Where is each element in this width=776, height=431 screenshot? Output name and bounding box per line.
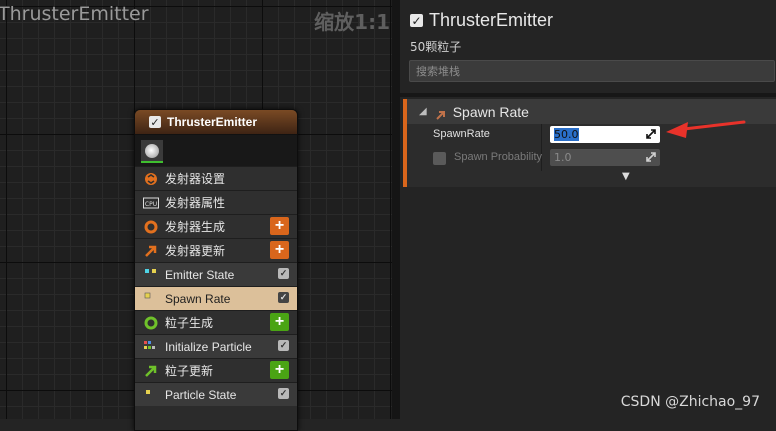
update-arrow-icon (435, 106, 447, 120)
expand-advanced-icon[interactable]: ▼ (622, 171, 630, 182)
update-arrow-icon (143, 243, 159, 259)
add-emitter-update-module-button[interactable]: + (270, 241, 289, 259)
particle-count: 50颗粒子 (410, 40, 462, 54)
svg-text:CPU: CPU (145, 201, 157, 208)
spawn-probability-checkbox[interactable] (433, 152, 446, 165)
node-row-emitter-properties[interactable]: CPU 发射器属性 (135, 190, 297, 214)
collapse-triangle-icon[interactable]: ◢ (419, 106, 427, 117)
details-panel: ✓ ThrusterEmitter 50颗粒子 搜索堆栈 ◢ Spawn Rat… (400, 0, 776, 419)
panel-splitter[interactable] (392, 0, 400, 419)
node-thumbnail-row (135, 135, 297, 166)
node-row-particle-update[interactable]: 粒子更新 + (135, 358, 297, 382)
node-row-spawn-rate[interactable]: Spawn Rate ✓ (135, 286, 297, 310)
graph-canvas[interactable]: ThrusterEmitter 缩放1:1 ✓ ThrusterEmitter … (0, 0, 392, 431)
node-row-emitter-state[interactable]: Emitter State ✓ (135, 262, 297, 286)
graph-title: ThrusterEmitter (0, 3, 149, 25)
emitter-thumbnail[interactable] (141, 140, 163, 163)
stack-search-input[interactable]: 搜索堆栈 (409, 60, 775, 82)
details-enable-checkbox[interactable]: ✓ (410, 14, 423, 27)
spawn-rate-input[interactable]: 50.0 (550, 126, 660, 143)
module-enable-checkbox[interactable]: ✓ (278, 268, 289, 279)
module-color-icon (143, 267, 159, 283)
node-row-emitter-update[interactable]: 发射器更新 + (135, 238, 297, 262)
annotation-arrow-icon (666, 120, 746, 138)
drag-handle-icon[interactable] (646, 152, 656, 162)
zoom-level: 缩放1:1 (314, 10, 390, 34)
module-color-icon (143, 387, 159, 403)
spawn-rate-value: 50.0 (554, 128, 579, 141)
spawn-probability-input[interactable]: 1.0 (550, 149, 660, 166)
node-row-label: 发射器设置 (165, 172, 226, 186)
node-header[interactable]: ✓ ThrusterEmitter (135, 110, 297, 135)
details-title: ThrusterEmitter (429, 10, 554, 30)
module-enable-checkbox[interactable]: ✓ (278, 340, 289, 351)
node-title: ThrusterEmitter (167, 115, 258, 129)
property-spawn-probability: Spawn Probability 1.0 (415, 147, 776, 169)
divider (400, 93, 776, 97)
node-row-label: 发射器属性 (165, 196, 226, 210)
watermark: CSDN @Zhichao_97 (620, 394, 760, 410)
node-row-emitter-settings[interactable]: 发射器设置 (135, 166, 297, 190)
spawn-probability-value: 1.0 (554, 151, 572, 164)
node-row-emitter-spawn[interactable]: 发射器生成 + (135, 214, 297, 238)
module-enable-checkbox[interactable]: ✓ (278, 292, 289, 303)
drag-handle-icon[interactable] (646, 129, 656, 139)
spawn-rate-section: ◢ Spawn Rate SpawnRate 50.0 Spawn Probab… (403, 99, 776, 187)
property-label: SpawnRate (433, 128, 490, 140)
spawn-ring-icon (143, 219, 159, 235)
cpu-icon: CPU (143, 195, 159, 211)
node-row-initialize-particle[interactable]: Initialize Particle ✓ (135, 334, 297, 358)
node-row-particle-spawn[interactable]: 粒子生成 + (135, 310, 297, 334)
add-emitter-spawn-module-button[interactable]: + (270, 217, 289, 235)
add-particle-update-module-button[interactable]: + (270, 361, 289, 379)
add-particle-spawn-module-button[interactable]: + (270, 313, 289, 331)
module-enable-checkbox[interactable]: ✓ (278, 388, 289, 399)
details-title-row: ✓ ThrusterEmitter (410, 10, 553, 31)
node-row-particle-state[interactable]: Particle State ✓ (135, 382, 297, 406)
module-color-icon (143, 291, 159, 307)
node-enable-checkbox[interactable]: ✓ (149, 116, 161, 128)
emitter-node[interactable]: ✓ ThrusterEmitter 发射器设置 CPU 发射器属性 发射器生成 (134, 109, 298, 431)
particle-spawn-icon (143, 315, 159, 331)
particle-update-icon (143, 363, 159, 379)
section-title: Spawn Rate (452, 103, 529, 120)
emitter-settings-icon (143, 171, 159, 187)
module-color-icon (143, 339, 159, 355)
property-label: Spawn Probability (454, 151, 543, 163)
